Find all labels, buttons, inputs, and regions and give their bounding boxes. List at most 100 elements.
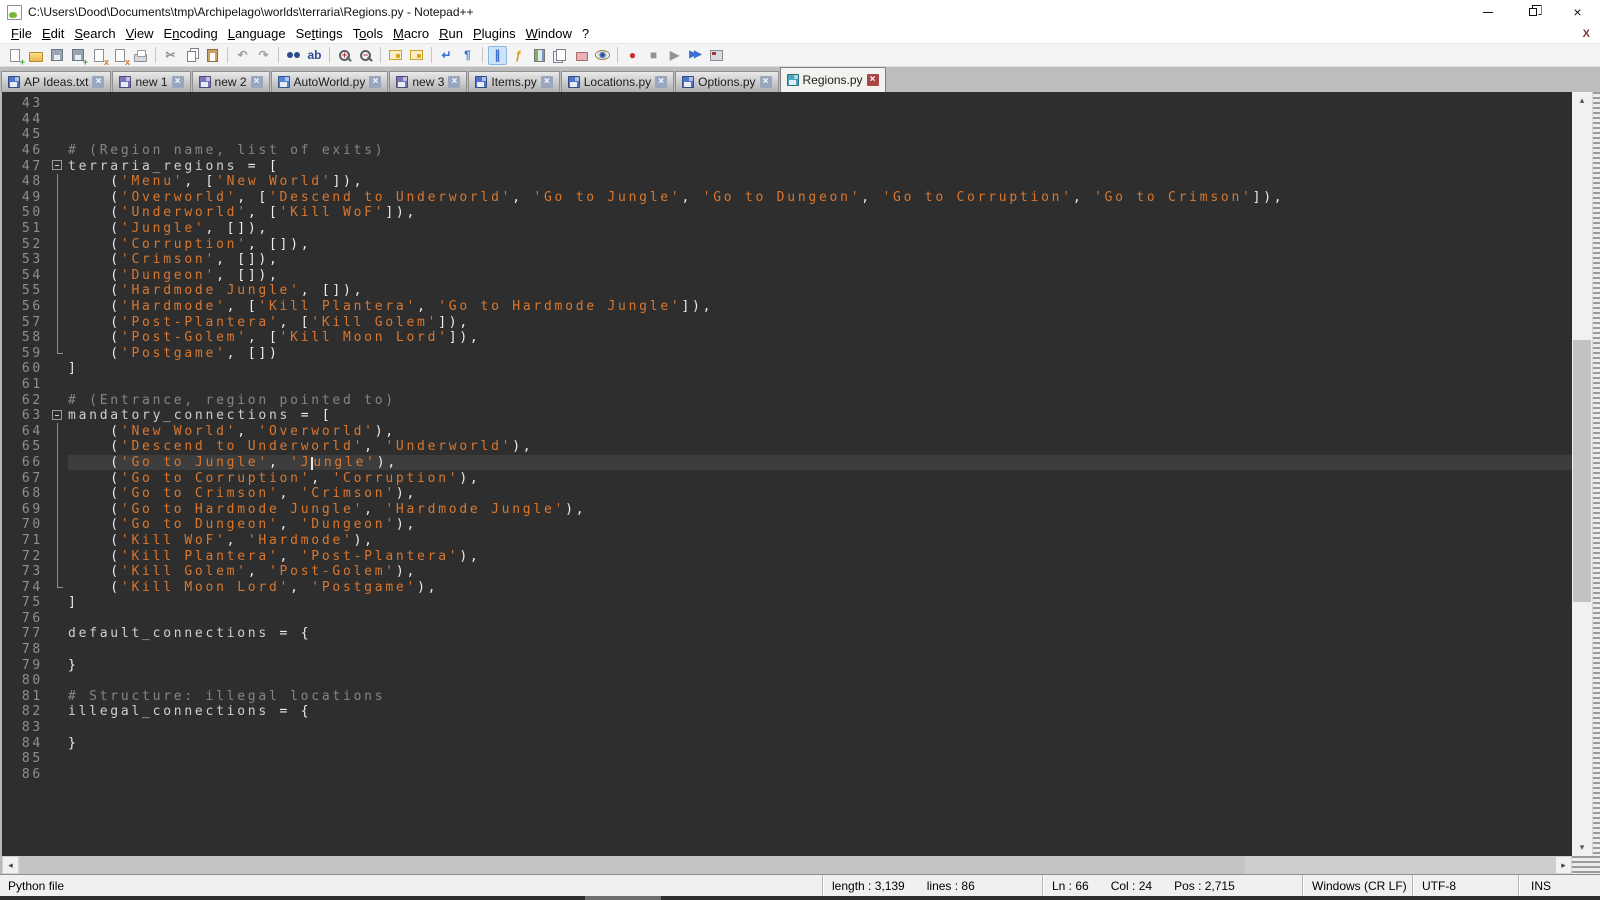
- code-text: illegal_connections = {: [68, 704, 1572, 719]
- editor-text-area[interactable]: 43444546# (Region name, list of exits)47…: [0, 92, 1572, 856]
- close-tab-icon[interactable]: ×: [655, 76, 667, 88]
- menu-item-view[interactable]: View: [121, 26, 159, 41]
- close-button[interactable]: ×: [1555, 0, 1600, 24]
- close-tab-icon[interactable]: ×: [867, 74, 879, 86]
- close-all-icon[interactable]: x: [110, 46, 129, 65]
- tab-new-1[interactable]: new 1 ×: [112, 71, 190, 92]
- file-saved-icon: [787, 74, 799, 86]
- code-line-78: 78: [2, 642, 1572, 658]
- tab-locations-py[interactable]: Locations.py×: [561, 71, 674, 92]
- tab-autoworld-py[interactable]: AutoWorld.py×: [271, 71, 389, 92]
- menu-item-edit[interactable]: Edit: [37, 26, 69, 41]
- print-icon[interactable]: [131, 46, 150, 65]
- restore-button[interactable]: [1510, 0, 1555, 24]
- fold-margin: [48, 112, 68, 128]
- line-number: 60: [2, 361, 48, 376]
- menu-item-tools[interactable]: Tools: [348, 26, 388, 41]
- vertical-scroll-thumb[interactable]: [1573, 340, 1591, 602]
- scroll-right-icon[interactable]: ▸: [1555, 856, 1572, 874]
- tab-ap-ideas-txt[interactable]: AP Ideas.txt×: [1, 71, 111, 92]
- macro-record-icon[interactable]: ●: [623, 46, 642, 65]
- fold-margin: [48, 564, 68, 580]
- horizontal-scrollbar[interactable]: ◂ ▸: [0, 856, 1572, 874]
- macro-stop-icon[interactable]: ■: [644, 46, 663, 65]
- code-line-67: 67 ('Go to Corruption', 'Corruption'),: [2, 470, 1572, 486]
- macro-play-icon[interactable]: ▶: [665, 46, 684, 65]
- fold-collapse-icon[interactable]: [52, 160, 62, 170]
- monitoring-icon[interactable]: [593, 46, 612, 65]
- copy-icon[interactable]: [182, 46, 201, 65]
- folder-as-workspace-icon[interactable]: [572, 46, 591, 65]
- undo-icon[interactable]: ↶: [233, 46, 252, 65]
- open-file-icon[interactable]: [26, 46, 45, 65]
- status-length: length : 3,139: [832, 879, 905, 893]
- menu-item-search[interactable]: Search: [69, 26, 120, 41]
- menu-item-macro[interactable]: Macro: [388, 26, 434, 41]
- menu-item-file[interactable]: File: [6, 26, 37, 41]
- menu-item-run[interactable]: Run: [434, 26, 468, 41]
- menu-item-help[interactable]: ?: [577, 26, 594, 41]
- word-wrap-icon[interactable]: ↵: [437, 46, 456, 65]
- tab-items-py[interactable]: Items.py×: [468, 71, 559, 92]
- tab-regions-py[interactable]: Regions.py ×: [780, 67, 886, 92]
- menubar-close-icon[interactable]: X: [1583, 28, 1590, 40]
- tab-new-3[interactable]: new 3×: [389, 71, 467, 92]
- function-list-icon[interactable]: ƒ: [509, 46, 528, 65]
- scroll-up-icon[interactable]: ▴: [1572, 92, 1592, 109]
- menu-item-settings[interactable]: Settings: [291, 26, 348, 41]
- horizontal-scroll-thumb[interactable]: [20, 856, 1245, 874]
- scroll-left-icon[interactable]: ◂: [2, 856, 19, 874]
- code-text: terraria_regions = [: [68, 159, 1572, 174]
- minimize-button[interactable]: [1465, 0, 1510, 24]
- paste-icon[interactable]: [203, 46, 222, 65]
- document-map-icon[interactable]: [530, 46, 549, 65]
- macro-run-multiple-icon[interactable]: ▶▶: [686, 46, 705, 65]
- window-bottom-edge: [0, 896, 1600, 900]
- menu-item-language[interactable]: Language: [223, 26, 291, 41]
- menu-item-plugins[interactable]: Plugins: [468, 26, 521, 41]
- code-text: ('Crimson', []),: [68, 252, 1572, 267]
- fold-line: [57, 533, 58, 549]
- zoom-in-icon[interactable]: +: [335, 46, 354, 65]
- code-line-43: 43: [2, 96, 1572, 112]
- status-insert-mode[interactable]: INS: [1518, 875, 1600, 896]
- tab-options-py[interactable]: Options.py×: [675, 71, 778, 92]
- close-tab-icon[interactable]: ×: [760, 76, 772, 88]
- close-tab-icon[interactable]: ×: [172, 76, 184, 88]
- replace-icon[interactable]: ab: [305, 46, 324, 65]
- close-tab-icon[interactable]: ×: [251, 76, 263, 88]
- sync-horizontal-icon[interactable]: [407, 46, 426, 65]
- scroll-down-icon[interactable]: ▾: [1572, 839, 1592, 856]
- tab-new-2[interactable]: new 2×: [192, 71, 270, 92]
- fold-margin: [48, 143, 68, 159]
- show-all-characters-icon[interactable]: ¶: [458, 46, 477, 65]
- document-list-icon[interactable]: [551, 46, 570, 65]
- file-saved-icon: [568, 76, 580, 88]
- indent-guide-icon[interactable]: ∥: [488, 46, 507, 65]
- close-tab-icon[interactable]: ×: [448, 76, 460, 88]
- save-icon[interactable]: [47, 46, 66, 65]
- new-file-icon[interactable]: +: [5, 46, 24, 65]
- find-icon[interactable]: [284, 46, 303, 65]
- cut-icon[interactable]: ✂: [161, 46, 180, 65]
- macro-save-icon[interactable]: [707, 46, 726, 65]
- tab-label: new 1: [135, 75, 167, 89]
- close-tab-icon[interactable]: ×: [541, 76, 553, 88]
- code-text: ]: [68, 595, 1572, 610]
- menu-item-encoding[interactable]: Encoding: [159, 26, 223, 41]
- redo-icon[interactable]: ↷: [254, 46, 273, 65]
- fold-collapse-icon[interactable]: [52, 410, 62, 420]
- toolbar: ++xx✂↶↷ab+−↵¶∥ƒ●■▶▶▶: [0, 43, 1600, 67]
- window-title: C:\Users\Dood\Documents\tmp\Archipelago\…: [28, 5, 474, 19]
- menu-item-window[interactable]: Window: [521, 26, 577, 41]
- save-all-icon[interactable]: +: [68, 46, 87, 65]
- close-icon[interactable]: x: [89, 46, 108, 65]
- close-tab-icon[interactable]: ×: [92, 76, 104, 88]
- zoom-out-icon[interactable]: −: [356, 46, 375, 65]
- vertical-scrollbar[interactable]: ▴ ▾: [1572, 92, 1592, 856]
- tab-label: Regions.py: [803, 73, 863, 87]
- status-encoding: UTF-8: [1412, 875, 1518, 896]
- sync-vertical-icon[interactable]: [386, 46, 405, 65]
- close-tab-icon[interactable]: ×: [369, 76, 381, 88]
- fold-line: [57, 221, 58, 237]
